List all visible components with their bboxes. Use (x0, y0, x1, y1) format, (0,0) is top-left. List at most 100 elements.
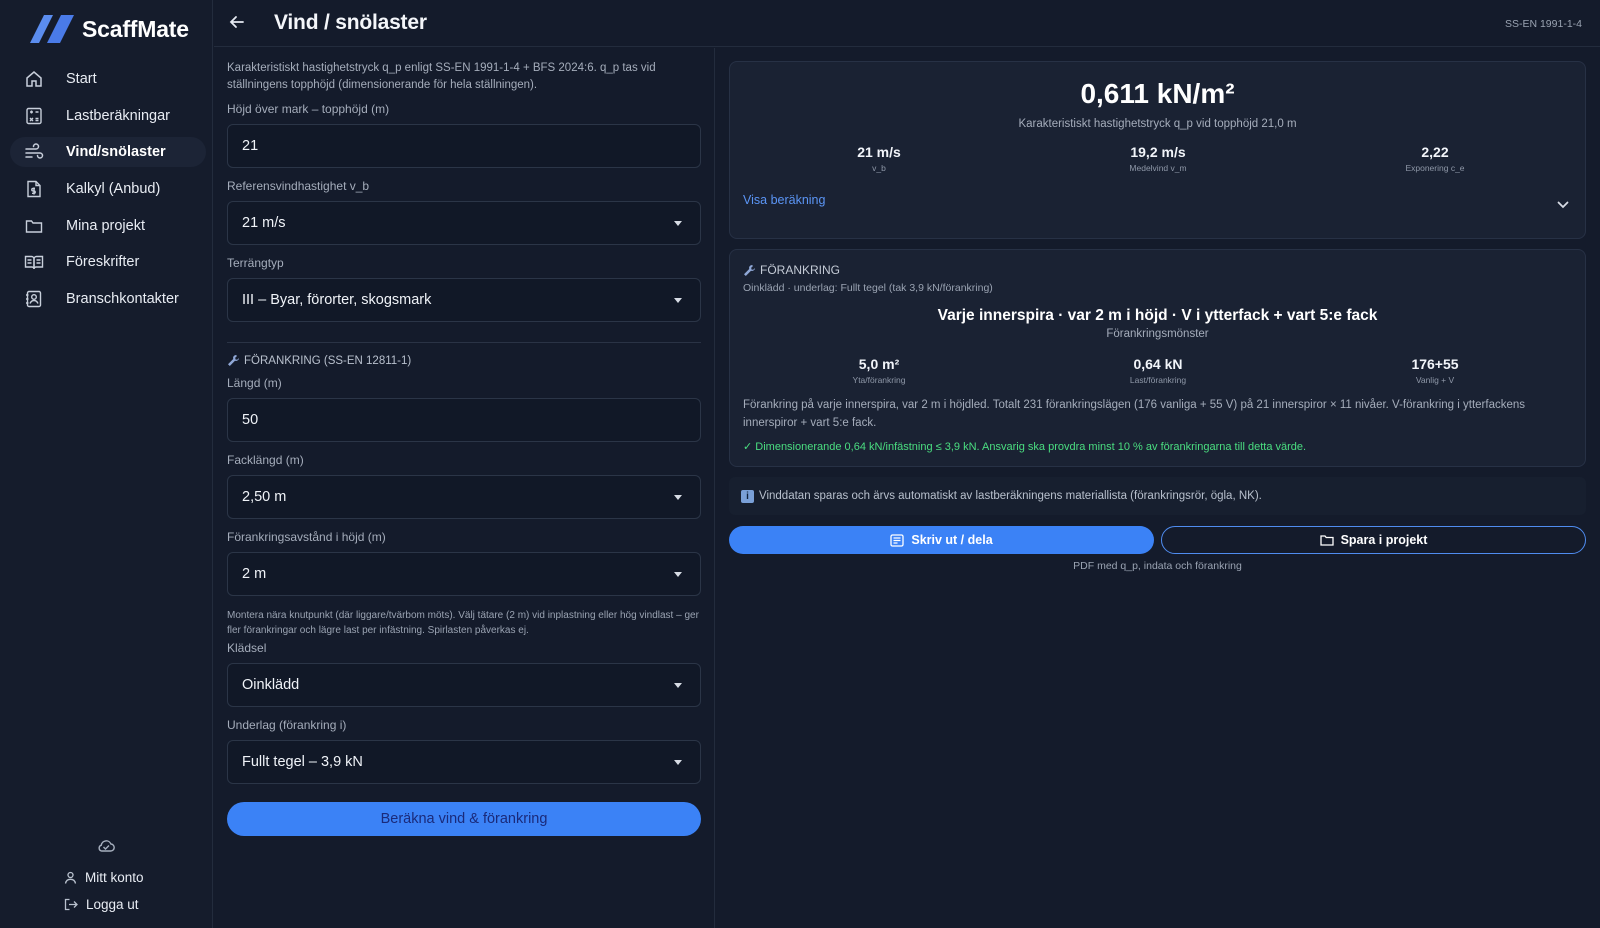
app-logo[interactable]: ScaffMate (30, 14, 189, 44)
anchoring-check-status: ✓ Dimensionerande 0,64 kN/infästning ≤ 3… (743, 441, 1307, 453)
stat-value: 0,64 kN (1133, 356, 1183, 372)
top-bar: Vind / snölaster SS-EN 1991-1-4 (214, 0, 1600, 47)
folder-icon (24, 216, 44, 236)
sidebar-item-label: Branschkontakter (66, 291, 179, 308)
bay-length-select[interactable]: 2,50 m (227, 475, 701, 519)
anchoring-result-card: FÖRANKRING Oinklädd · underlag: Fullt te… (729, 249, 1586, 467)
cladding-label: Klädsel (227, 641, 267, 655)
stat-value: 176+55 (1411, 356, 1459, 372)
caret-down-icon (674, 571, 682, 577)
stat-label: v_b (872, 163, 886, 173)
anchoring-pattern-label: Förankringsmönster (1106, 328, 1209, 340)
page-title: Vind / snölaster (274, 11, 427, 34)
section-divider (227, 342, 701, 343)
stat-load-per-anchor: 0,64 kN Last/förankring (1078, 356, 1238, 385)
terrain-label: Terrängtyp (227, 256, 284, 270)
print-share-button[interactable]: Skriv ut / dela (729, 526, 1154, 554)
info-icon: i (741, 489, 754, 503)
print-share-label: Skriv ut / dela (911, 533, 993, 547)
sidebar: ScaffMate Start Lastberäkningar Vind/snö… (0, 0, 213, 928)
substrate-select[interactable]: Fullt tegel – 3,9 kN (227, 740, 701, 784)
contacts-icon (24, 289, 44, 309)
stat-label: Vanlig + V (1415, 375, 1455, 385)
show-calculation-link[interactable]: Visa beräkning (743, 193, 825, 207)
standard-reference: SS-EN 1991-1-4 (1504, 18, 1582, 30)
sidebar-item-label: Lastberäkningar (66, 107, 170, 124)
cladding-value: Oinklädd (242, 677, 300, 693)
logo-mark-icon (30, 15, 74, 43)
sidebar-nav: Start Lastberäkningar Vind/snölaster Kal… (10, 64, 206, 321)
caret-down-icon (674, 682, 682, 688)
vb-label: Referensvindhastighet v_b (227, 179, 370, 193)
folder-icon (1319, 535, 1334, 546)
info-banner: i Vinddatan sparas och ärvs automatiskt … (729, 477, 1586, 515)
height-value: 21 (242, 138, 259, 154)
qp-subtitle: Karakteristiskt hastighetstryck q_p vid … (1018, 118, 1297, 130)
sidebar-item-lastberakningar[interactable]: Lastberäkningar (10, 101, 206, 131)
stat-label: Medelvind v_m (1129, 163, 1187, 173)
stat-label: Yta/förankring (852, 375, 906, 385)
anchor-spacing-select[interactable]: 2 m (227, 552, 701, 596)
cloud-sync-icon[interactable] (96, 838, 116, 859)
stat-anchor-count: 176+55 Vanlig + V (1355, 356, 1515, 385)
sidebar-item-mina-projekt[interactable]: Mina projekt (10, 211, 206, 241)
app-name: ScaffMate (82, 15, 189, 42)
sidebar-item-branschkontakter[interactable]: Branschkontakter (10, 284, 206, 314)
chevron-down-icon[interactable] (1557, 196, 1569, 214)
back-arrow-icon[interactable] (228, 13, 246, 36)
stat-label: Exponering c_e (1405, 163, 1465, 173)
sidebar-item-kalkyl[interactable]: Kalkyl (Anbud) (10, 174, 206, 204)
input-panel: Karakteristiskt hastighetstryck q_p enli… (214, 48, 715, 928)
sidebar-item-vind-snolaster[interactable]: Vind/snölaster (10, 137, 206, 168)
stat-value: 19,2 m/s (1130, 144, 1186, 160)
height-label: Höjd över mark – topphöjd (m) (227, 102, 390, 116)
action-buttons: Skriv ut / dela Spara i projekt (729, 526, 1586, 554)
anchoring-heading: FÖRANKRING (743, 263, 840, 277)
info-text: Vinddatan sparas och ärvs automatiskt av… (759, 490, 1262, 502)
length-value: 50 (242, 412, 259, 428)
length-input[interactable]: 50 (227, 398, 701, 442)
sidebar-item-foreskrifter[interactable]: Föreskrifter (10, 247, 206, 277)
stat-ce: 2,22 Exponering c_e (1355, 144, 1515, 173)
calculator-icon (24, 106, 44, 126)
calculate-button[interactable]: Beräkna vind & förankring (227, 802, 701, 836)
stat-vb: 21 m/s v_b (799, 144, 959, 173)
wrench-icon (744, 264, 755, 276)
save-to-project-button[interactable]: Spara i projekt (1161, 526, 1586, 554)
stat-area-per-anchor: 5,0 m² Yta/förankring (799, 356, 959, 385)
account-link[interactable]: Mitt konto (64, 870, 144, 885)
stat-label: Last/förankring (1129, 375, 1187, 385)
user-icon (64, 871, 77, 884)
account-label: Mitt konto (85, 870, 144, 885)
logout-label: Logga ut (86, 897, 139, 912)
pdf-note: PDF med q_p, indata och förankring (1073, 560, 1242, 572)
logout-link[interactable]: Logga ut (64, 897, 139, 912)
wind-icon (24, 142, 44, 162)
stat-vm: 19,2 m/s Medelvind v_m (1078, 144, 1238, 173)
invoice-icon (24, 179, 44, 199)
anchoring-section-heading: FÖRANKRING (SS-EN 12811-1) (227, 354, 701, 367)
anchor-spacing-hint: Montera nära knutpunkt (där liggare/tvär… (227, 610, 699, 636)
terrain-select[interactable]: III – Byar, förorter, skogsmark (227, 278, 701, 322)
book-icon (24, 252, 44, 272)
anchoring-subtitle: Oinklädd · underlag: Fullt tegel (tak 3,… (743, 282, 993, 294)
pressure-result-card: 0,611 kN/m² Karakteristiskt hastighetstr… (729, 61, 1586, 239)
sidebar-item-label: Mina projekt (66, 217, 145, 234)
anchoring-section-title: FÖRANKRING (SS-EN 12811-1) (244, 354, 412, 367)
anchoring-description: Förankring på varje innerspira, var 2 m … (743, 399, 1526, 429)
save-to-project-label: Spara i projekt (1340, 533, 1428, 547)
caret-down-icon (674, 297, 682, 303)
home-icon (24, 69, 44, 89)
anchoring-pattern: Varje innerspira · var 2 m i höjd · V i … (937, 307, 1378, 324)
sidebar-item-label: Kalkyl (Anbud) (66, 181, 161, 198)
vb-value: 21 m/s (242, 215, 286, 231)
stat-value: 21 m/s (857, 144, 901, 160)
vb-select[interactable]: 21 m/s (227, 201, 701, 245)
form-intro: Karakteristiskt hastighetstryck q_p enli… (227, 62, 656, 91)
terrain-value: III – Byar, förorter, skogsmark (242, 292, 432, 308)
wind-form: Karakteristiskt hastighetstryck q_p enli… (227, 60, 701, 836)
sidebar-item-label: Vind/snölaster (66, 144, 166, 161)
cladding-select[interactable]: Oinklädd (227, 663, 701, 707)
sidebar-item-start[interactable]: Start (10, 64, 206, 94)
height-input[interactable]: 21 (227, 124, 701, 168)
